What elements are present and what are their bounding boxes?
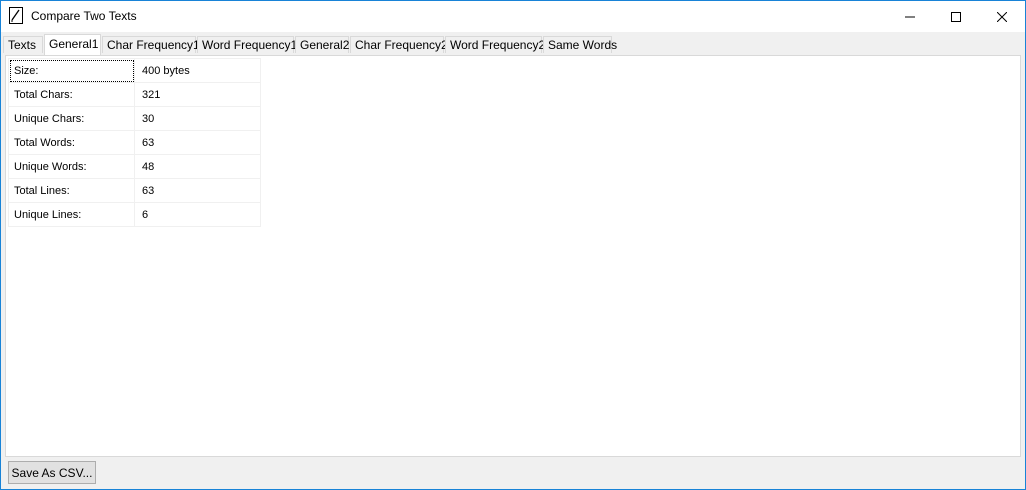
tab-strip: Texts General1 Char Frequency1 Word Freq…: [3, 34, 1023, 55]
table-row[interactable]: Unique Chars: 30: [8, 106, 261, 131]
tab-texts[interactable]: Texts: [3, 36, 43, 53]
tab-word-frequency1[interactable]: Word Frequency1: [197, 36, 297, 53]
stat-value[interactable]: 48: [134, 154, 261, 179]
stat-label[interactable]: Unique Chars:: [8, 106, 135, 131]
tab-general1[interactable]: General1: [44, 34, 101, 55]
stat-label[interactable]: Unique Lines:: [8, 202, 135, 227]
stat-value[interactable]: 63: [134, 130, 261, 155]
stat-label[interactable]: Unique Words:: [8, 154, 135, 179]
stat-value[interactable]: 30: [134, 106, 261, 131]
close-icon: [997, 11, 1007, 22]
notepad-pen-icon: [9, 7, 23, 24]
stat-label[interactable]: Total Words:: [8, 130, 135, 155]
title-bar[interactable]: Compare Two Texts: [1, 1, 1025, 32]
table-row[interactable]: Unique Lines: 6: [8, 202, 261, 227]
stat-value[interactable]: 321: [134, 82, 261, 107]
tab-same-words[interactable]: Same Words: [543, 36, 617, 53]
maximize-icon: [951, 11, 961, 22]
general1-panel: Size: 400 bytes Total Chars: 321 Unique …: [5, 55, 1021, 457]
window-title: Compare Two Texts: [31, 9, 137, 23]
minimize-icon: [905, 16, 915, 17]
stat-label[interactable]: Size:: [8, 58, 135, 83]
tab-char-frequency2[interactable]: Char Frequency2: [350, 36, 448, 53]
table-row[interactable]: Unique Words: 48: [8, 154, 261, 179]
table-row[interactable]: Total Lines: 63: [8, 178, 261, 203]
tab-char-frequency1[interactable]: Char Frequency1: [102, 36, 200, 53]
table-row[interactable]: Total Words: 63: [8, 130, 261, 155]
stat-value[interactable]: 63: [134, 178, 261, 203]
save-as-csv-button[interactable]: Save As CSV...: [8, 461, 96, 484]
tab-general2[interactable]: General2: [295, 36, 349, 53]
bottom-bar: Save As CSV...: [1, 458, 1025, 489]
maximize-button[interactable]: [933, 1, 979, 32]
stat-label[interactable]: Total Chars:: [8, 82, 135, 107]
stat-label[interactable]: Total Lines:: [8, 178, 135, 203]
tab-word-frequency2[interactable]: Word Frequency2: [445, 36, 545, 53]
minimize-button[interactable]: [887, 1, 933, 32]
stat-value[interactable]: 6: [134, 202, 261, 227]
stat-value[interactable]: 400 bytes: [134, 58, 261, 83]
stats-table: Size: 400 bytes Total Chars: 321 Unique …: [8, 58, 261, 227]
table-row[interactable]: Total Chars: 321: [8, 82, 261, 107]
app-window: Compare Two Texts Texts General1 Char Fr…: [0, 0, 1026, 490]
close-button[interactable]: [979, 1, 1025, 32]
table-row[interactable]: Size: 400 bytes: [8, 58, 261, 83]
